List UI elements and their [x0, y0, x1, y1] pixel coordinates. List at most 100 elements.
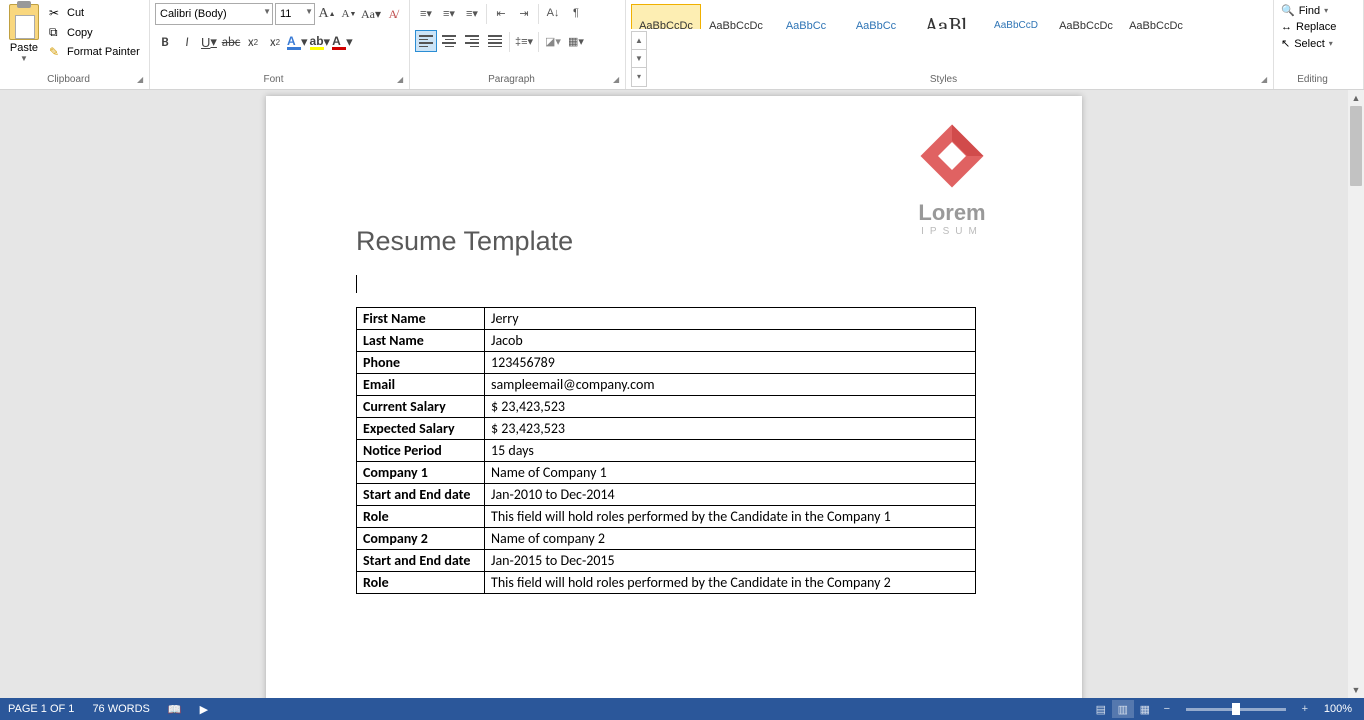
row-label[interactable]: Email: [357, 374, 485, 396]
strikethrough-button[interactable]: abc: [221, 31, 241, 53]
font-dialog-launcher[interactable]: ◢: [397, 75, 407, 85]
show-marks-button[interactable]: ¶: [565, 2, 587, 24]
table-row[interactable]: RoleThis field will hold roles performed…: [357, 572, 976, 594]
styles-scroll-up[interactable]: ▲: [632, 32, 646, 50]
row-value[interactable]: Jan-2010 to Dec-2014: [485, 484, 976, 506]
spell-check-icon[interactable]: 📖: [168, 703, 182, 716]
highlight-button[interactable]: ab▾: [310, 31, 331, 53]
row-value[interactable]: Name of company 2: [485, 528, 976, 550]
style-emphasis[interactable]: AaBbCcDcEmphasis: [1121, 4, 1191, 29]
zoom-in-button[interactable]: +: [1294, 700, 1316, 718]
superscript-button[interactable]: x2: [265, 31, 285, 53]
row-label[interactable]: Role: [357, 572, 485, 594]
row-label[interactable]: First Name: [357, 308, 485, 330]
underline-button[interactable]: U▾: [199, 31, 219, 53]
row-label[interactable]: Current Salary: [357, 396, 485, 418]
style-heading-1[interactable]: AaBbCcHeading 1: [771, 4, 841, 29]
italic-button[interactable]: I: [177, 31, 197, 53]
clipboard-dialog-launcher[interactable]: ◢: [137, 75, 147, 85]
row-value[interactable]: $ 23,423,523: [485, 418, 976, 440]
style---no-spac---[interactable]: AaBbCcDc¶ No Spac...: [701, 4, 771, 29]
bullets-button[interactable]: ≡▾: [415, 2, 437, 24]
table-row[interactable]: Company 1Name of Company 1: [357, 462, 976, 484]
table-row[interactable]: Phone123456789: [357, 352, 976, 374]
styles-scroll-down[interactable]: ▼: [632, 50, 646, 68]
align-left-button[interactable]: [415, 30, 437, 52]
numbering-button[interactable]: ≡▾: [438, 2, 460, 24]
row-value[interactable]: This field will hold roles performed by …: [485, 506, 976, 528]
text-effects-button[interactable]: A▾: [287, 31, 308, 53]
row-value[interactable]: Jerry: [485, 308, 976, 330]
row-value[interactable]: 15 days: [485, 440, 976, 462]
align-center-button[interactable]: [438, 30, 460, 52]
grow-font-button[interactable]: A▲: [317, 3, 337, 25]
row-label[interactable]: Start and End date: [357, 484, 485, 506]
table-row[interactable]: Start and End dateJan-2010 to Dec-2014: [357, 484, 976, 506]
sort-button[interactable]: A↓: [542, 2, 564, 24]
row-label[interactable]: Company 1: [357, 462, 485, 484]
table-row[interactable]: First NameJerry: [357, 308, 976, 330]
cut-button[interactable]: ✂Cut: [47, 5, 142, 21]
align-right-button[interactable]: [461, 30, 483, 52]
replace-button[interactable]: ↔Replace: [1279, 19, 1358, 35]
row-label[interactable]: Role: [357, 506, 485, 528]
select-button[interactable]: ↖Select▾: [1279, 35, 1358, 52]
row-label[interactable]: Notice Period: [357, 440, 485, 462]
scroll-up-button[interactable]: ▲: [1348, 90, 1364, 106]
borders-button[interactable]: ▦▾: [565, 30, 587, 52]
shrink-font-button[interactable]: A▼: [339, 3, 359, 25]
line-spacing-button[interactable]: ‡≡▾: [513, 30, 535, 52]
document-viewport[interactable]: Lorem IPSUM Resume Template First NameJe…: [0, 90, 1348, 698]
resume-table[interactable]: First NameJerryLast NameJacobPhone123456…: [356, 307, 976, 594]
table-row[interactable]: Last NameJacob: [357, 330, 976, 352]
document-page[interactable]: Lorem IPSUM Resume Template First NameJe…: [266, 96, 1082, 698]
row-value[interactable]: 123456789: [485, 352, 976, 374]
table-row[interactable]: Current Salary$ 23,423,523: [357, 396, 976, 418]
zoom-slider[interactable]: [1186, 708, 1286, 711]
clear-formatting-button[interactable]: A̸: [383, 3, 403, 25]
subscript-button[interactable]: x2: [243, 31, 263, 53]
find-button[interactable]: 🔍Find▾: [1279, 2, 1358, 19]
row-value[interactable]: Jacob: [485, 330, 976, 352]
document-title[interactable]: Resume Template: [356, 96, 992, 257]
change-case-button[interactable]: Aa▾: [361, 3, 381, 25]
row-value[interactable]: This field will hold roles performed by …: [485, 572, 976, 594]
increase-indent-button[interactable]: ⇥: [513, 2, 535, 24]
row-label[interactable]: Company 2: [357, 528, 485, 550]
font-size-combo[interactable]: [275, 3, 315, 25]
style---normal[interactable]: AaBbCcDc¶ Normal: [631, 4, 701, 29]
bold-button[interactable]: B: [155, 31, 175, 53]
web-layout-button[interactable]: ▦: [1134, 700, 1156, 718]
scroll-down-button[interactable]: ▼: [1348, 682, 1364, 698]
zoom-knob[interactable]: [1232, 703, 1240, 715]
text-cursor-line[interactable]: [356, 275, 992, 303]
row-label[interactable]: Last Name: [357, 330, 485, 352]
style-subtle-em---[interactable]: AaBbCcDcSubtle Em...: [1051, 4, 1121, 29]
zoom-level[interactable]: 100%: [1324, 703, 1352, 715]
justify-button[interactable]: [484, 30, 506, 52]
row-label[interactable]: Phone: [357, 352, 485, 374]
table-row[interactable]: RoleThis field will hold roles performed…: [357, 506, 976, 528]
read-mode-button[interactable]: ▤: [1090, 700, 1112, 718]
row-value[interactable]: sampleemail@company.com: [485, 374, 976, 396]
paragraph-dialog-launcher[interactable]: ◢: [613, 75, 623, 85]
format-painter-button[interactable]: ✎Format Painter: [47, 44, 142, 60]
scroll-thumb[interactable]: [1350, 106, 1362, 186]
table-row[interactable]: Company 2Name of company 2: [357, 528, 976, 550]
table-row[interactable]: Notice Period15 days: [357, 440, 976, 462]
font-color-button[interactable]: A▾: [332, 31, 353, 53]
table-row[interactable]: Expected Salary$ 23,423,523: [357, 418, 976, 440]
row-label[interactable]: Start and End date: [357, 550, 485, 572]
style-title[interactable]: AaBlTitle: [911, 4, 981, 29]
shading-button[interactable]: ◪▾: [542, 30, 564, 52]
row-value[interactable]: $ 23,423,523: [485, 396, 976, 418]
styles-dialog-launcher[interactable]: ◢: [1261, 75, 1271, 85]
print-layout-button[interactable]: ▥: [1112, 700, 1134, 718]
row-value[interactable]: Name of Company 1: [485, 462, 976, 484]
copy-button[interactable]: ⧉Copy: [47, 24, 142, 41]
macro-icon[interactable]: ▶: [200, 703, 208, 716]
style-heading-2[interactable]: AaBbCcHeading 2: [841, 4, 911, 29]
style-subtitle[interactable]: AaBbCcDSubtitle: [981, 4, 1051, 29]
vertical-scrollbar[interactable]: ▲ ▼: [1348, 90, 1364, 698]
table-row[interactable]: Emailsampleemail@company.com: [357, 374, 976, 396]
